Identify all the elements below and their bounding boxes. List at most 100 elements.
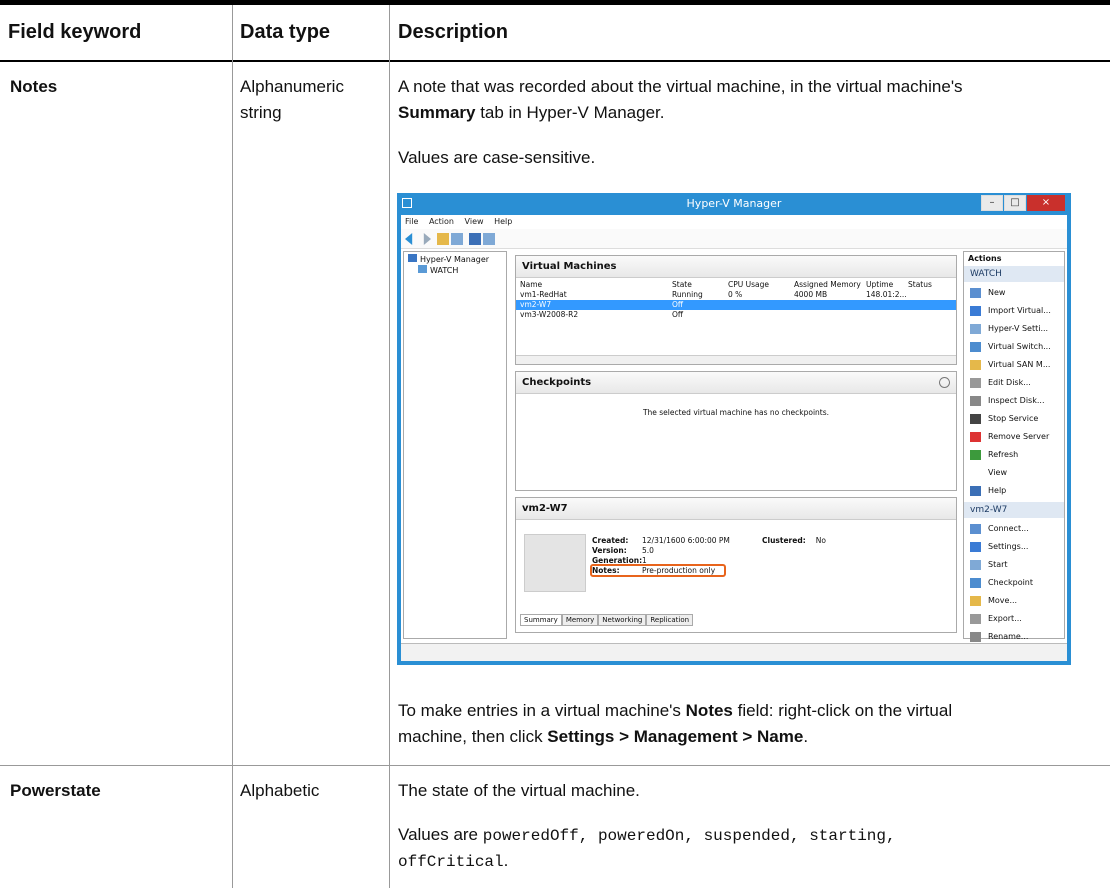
vm-state: Running [672, 290, 703, 299]
status-bar [401, 643, 1067, 661]
col-state[interactable]: State [672, 280, 692, 290]
table-row[interactable]: vm1-RedHat Running 0 % 4000 MB 148.01:2.… [516, 290, 956, 300]
forward-icon[interactable] [423, 233, 431, 245]
row-notes-desc-line1: A note that was recorded about the virtu… [398, 77, 963, 96]
checkpoints-panel: Checkpoints The selected virtual machine… [515, 371, 957, 491]
notes-highlight [590, 564, 726, 577]
bold-notes: Notes [685, 701, 733, 720]
action-watch-7[interactable]: Stop Service [964, 410, 1064, 428]
menu-view[interactable]: View [465, 217, 484, 226]
table-row[interactable]: vm2-W7 Off [516, 300, 956, 310]
row-notes-desc-line2: Summary tab in Hyper-V Manager. [398, 100, 664, 126]
checkpoints-title: Checkpoints [516, 372, 956, 394]
action-vm-2[interactable]: Start [964, 556, 1064, 574]
tree-watch-label: WATCH [430, 266, 459, 275]
action-watch-0[interactable]: New [964, 284, 1064, 302]
action-vm-5[interactable]: Export... [964, 610, 1064, 628]
folder-icon[interactable] [437, 233, 449, 245]
help-icon[interactable] [469, 233, 481, 245]
action-icon [970, 578, 981, 588]
action-label: Move... [988, 596, 1018, 605]
panel-icon[interactable] [483, 233, 495, 245]
col-uptime[interactable]: Uptime [866, 280, 893, 290]
col-cpu[interactable]: CPU Usage [728, 280, 769, 290]
menu-file[interactable]: File [405, 217, 418, 226]
document-page: Field keyword Data type Description Note… [0, 0, 1110, 888]
menu-action[interactable]: Action [429, 217, 454, 226]
action-watch-6[interactable]: Inspect Disk... [964, 392, 1064, 410]
tab-replication[interactable]: Replication [646, 614, 694, 626]
navigation-tree: Hyper-V Manager WATCH [403, 251, 507, 639]
desc-text: field: right-click on the virtual [732, 701, 953, 720]
tree-root[interactable]: Hyper-V Manager [408, 254, 489, 264]
col-status[interactable]: Status [908, 280, 932, 290]
action-icon [970, 468, 981, 478]
detail-tabs: Summary Memory Networking Replication [520, 614, 694, 626]
tab-memory[interactable]: Memory [561, 614, 599, 626]
action-label: New [988, 288, 1006, 297]
action-icon [970, 432, 981, 442]
console-icon[interactable] [451, 233, 463, 245]
col-name[interactable]: Name [520, 280, 542, 290]
action-label: Rename... [988, 632, 1029, 641]
vm-name: vm2-W7 [520, 300, 552, 309]
action-icon [970, 360, 981, 370]
action-vm-3[interactable]: Checkpoint [964, 574, 1064, 592]
table-row[interactable]: vm3-W2008-R2 Off [516, 310, 956, 320]
action-label: View [988, 468, 1007, 477]
action-label: Refresh [988, 450, 1019, 459]
detail-title: vm2-W7 [516, 498, 956, 520]
server-icon [418, 265, 427, 273]
action-watch-3[interactable]: Virtual Switch... [964, 338, 1064, 356]
window-body: File Action View Help Hyper-V Manager WA… [401, 215, 1067, 661]
tab-networking[interactable]: Networking [598, 614, 647, 626]
action-watch-10[interactable]: View [964, 464, 1064, 482]
vm-thumbnail [524, 534, 586, 592]
actions-pane: Actions WATCH New Import Virtual... Hyper-… [963, 251, 1065, 642]
toolbar [401, 229, 1067, 249]
action-watch-2[interactable]: Hyper-V Setti... [964, 320, 1064, 338]
code-values: poweredOff, poweredOn, suspended, starti… [482, 827, 896, 845]
actions-group-watch[interactable]: WATCH [964, 266, 1064, 282]
back-icon[interactable] [405, 233, 413, 245]
action-watch-5[interactable]: Edit Disk... [964, 374, 1064, 392]
action-label: Virtual Switch... [988, 342, 1051, 351]
action-icon [970, 306, 981, 316]
action-vm-0[interactable]: Connect... [964, 520, 1064, 538]
action-icon [970, 486, 981, 496]
tree-item-watch[interactable]: WATCH [418, 265, 458, 275]
action-vm-1[interactable]: Settings... [964, 538, 1064, 556]
action-icon [970, 450, 981, 460]
row-notes-type-line2: string [240, 103, 282, 122]
action-watch-8[interactable]: Remove Server [964, 428, 1064, 446]
action-icon [970, 378, 981, 388]
action-label: Checkpoint [988, 578, 1034, 587]
action-label: Start [988, 560, 1008, 569]
clustered-label: Clustered: [762, 536, 806, 545]
horizontal-scrollbar[interactable] [516, 355, 956, 364]
desc-text: . [803, 727, 809, 746]
action-icon [970, 414, 981, 424]
vm-name: vm3-W2008-R2 [520, 310, 579, 319]
action-watch-9[interactable]: Refresh [964, 446, 1064, 464]
row-divider [0, 765, 1110, 766]
tab-summary[interactable]: Summary [520, 614, 562, 626]
action-watch-1[interactable]: Import Virtual... [964, 302, 1064, 320]
desc-text: tab in Hyper-V Manager. [475, 103, 665, 122]
vm-memory: 4000 MB [794, 290, 828, 299]
minimize-icon[interactable]: – [981, 195, 1003, 211]
action-watch-11[interactable]: Help [964, 482, 1064, 500]
actions-group-vm[interactable]: vm2-W7 [964, 502, 1064, 518]
close-icon[interactable]: × [1027, 195, 1065, 211]
action-icon [970, 614, 981, 624]
maximize-icon[interactable]: □ [1004, 195, 1026, 211]
col-memory[interactable]: Assigned Memory [794, 280, 861, 290]
menu-help[interactable]: Help [494, 217, 512, 226]
action-label: Import Virtual... [988, 306, 1051, 315]
action-vm-4[interactable]: Move... [964, 592, 1064, 610]
action-watch-4[interactable]: Virtual SAN M... [964, 356, 1064, 374]
action-label: Settings... [988, 542, 1029, 551]
collapse-icon[interactable] [939, 377, 950, 388]
column-divider [232, 5, 233, 888]
action-label: Remove Server [988, 432, 1050, 441]
